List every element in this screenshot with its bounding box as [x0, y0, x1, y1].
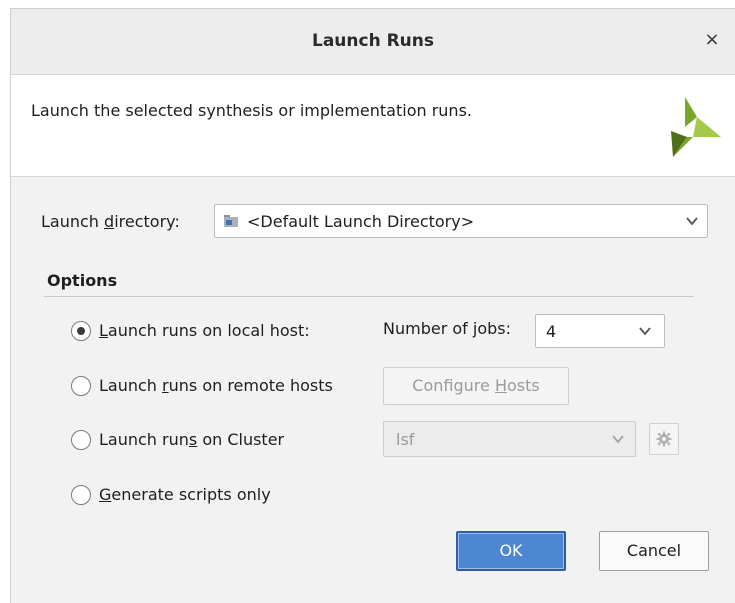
chevron-down-icon	[612, 435, 624, 444]
options-divider	[44, 296, 694, 297]
configure-hosts-button[interactable]: Configure Hosts	[383, 367, 569, 405]
remote-hosts-label[interactable]: Launch runs on remote hosts	[99, 376, 333, 395]
description-banner: Launch the selected synthesis or impleme…	[11, 75, 735, 177]
generate-scripts-radio[interactable]	[71, 485, 91, 505]
options-heading: Options	[47, 271, 118, 290]
cluster-type-select[interactable]: lsf	[383, 421, 636, 457]
cluster-settings-button[interactable]	[649, 423, 679, 455]
dialog-title: Launch Runs	[311, 31, 435, 51]
launch-directory-label: Launch directory:	[41, 212, 180, 231]
cluster-type-value: lsf	[396, 430, 415, 449]
remote-hosts-radio[interactable]	[71, 376, 91, 396]
dialog-description: Launch the selected synthesis or impleme…	[31, 101, 472, 120]
title-bar: Launch Runs ×	[11, 9, 735, 75]
chevron-down-icon	[686, 217, 698, 226]
close-icon[interactable]: ×	[701, 29, 723, 51]
cluster-label[interactable]: Launch runs on Cluster	[99, 430, 284, 449]
number-of-jobs-value: 4	[546, 322, 557, 341]
folder-icon	[224, 215, 238, 227]
launch-directory-select[interactable]: <Default Launch Directory>	[214, 204, 708, 238]
cancel-button[interactable]: Cancel	[599, 531, 709, 571]
local-host-label[interactable]: Launch runs on local host:	[99, 321, 310, 340]
launch-directory-value: <Default Launch Directory>	[247, 212, 475, 231]
gear-icon	[656, 431, 672, 447]
ok-button[interactable]: OK	[456, 531, 566, 571]
local-host-radio[interactable]	[71, 321, 91, 341]
cluster-radio[interactable]	[71, 430, 91, 450]
number-of-jobs-select[interactable]: 4	[535, 314, 665, 348]
chevron-down-icon	[639, 327, 651, 336]
generate-scripts-label[interactable]: Generate scripts only	[99, 485, 271, 504]
launch-runs-dialog: Launch Runs × Launch the selected synthe…	[10, 8, 735, 603]
vivado-logo-icon	[671, 97, 721, 157]
number-of-jobs-label: Number of jobs:	[383, 319, 511, 338]
